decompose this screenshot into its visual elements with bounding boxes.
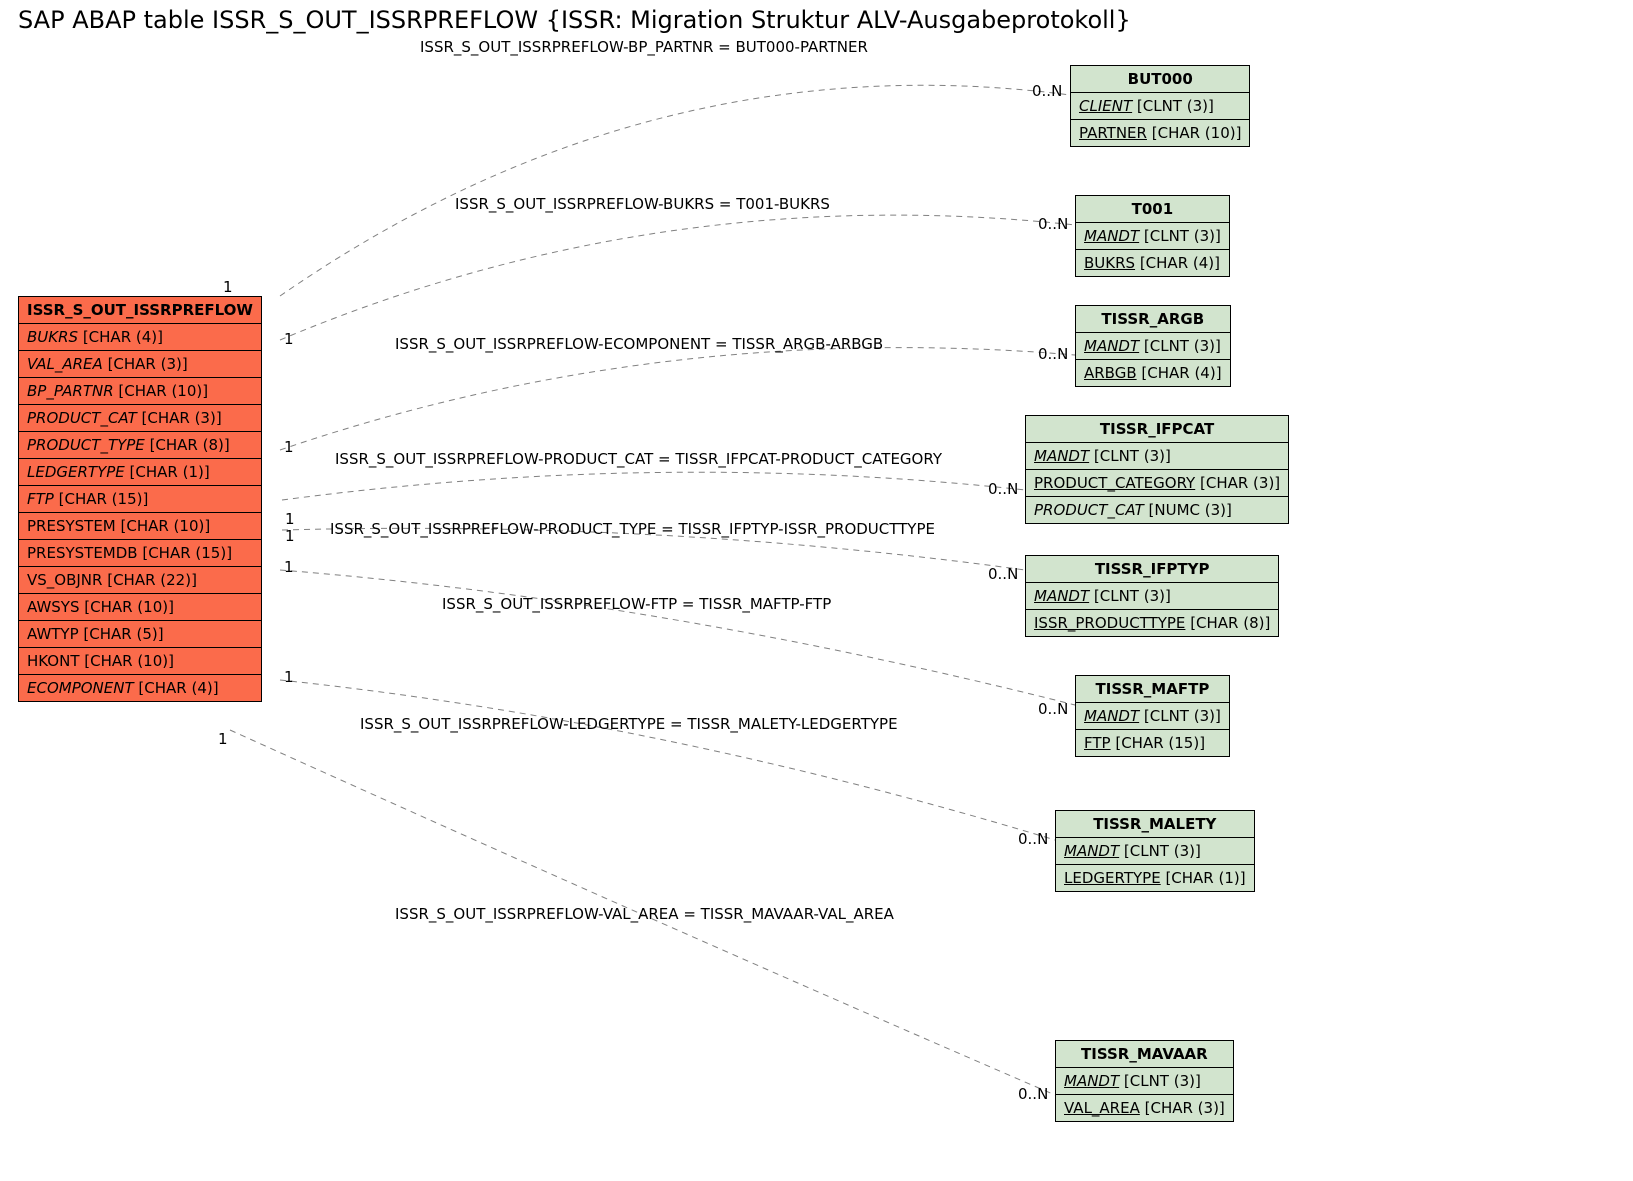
relation-label: ISSR_S_OUT_ISSRPREFLOW-ECOMPONENT = TISS… — [395, 335, 883, 353]
cardinality-src: 1 — [285, 510, 295, 528]
relation-label: ISSR_S_OUT_ISSRPREFLOW-BUKRS = T001-BUKR… — [455, 195, 830, 213]
relation-label: ISSR_S_OUT_ISSRPREFLOW-FTP = TISSR_MAFTP… — [442, 595, 831, 613]
cardinality-tgt: 0..N — [988, 565, 1018, 583]
cardinality-tgt: 0..N — [988, 480, 1018, 498]
field-row: VAL_AREA [CHAR (3)] — [19, 351, 262, 378]
relation-label: ISSR_S_OUT_ISSRPREFLOW-PRODUCT_TYPE = TI… — [330, 520, 935, 538]
field-row: VAL_AREA [CHAR (3)] — [1056, 1095, 1234, 1122]
cardinality-src: 1 — [285, 527, 295, 545]
field-row: AWTYP [CHAR (5)] — [19, 621, 262, 648]
table-main: ISSR_S_OUT_ISSRPREFLOW BUKRS [CHAR (4)]V… — [18, 296, 262, 702]
field-row: MANDT [CLNT (3)] — [1026, 443, 1289, 470]
field-row: MANDT [CLNT (3)] — [1076, 333, 1231, 360]
field-row: LEDGERTYPE [CHAR (1)] — [1056, 865, 1255, 892]
cardinality-src: 1 — [284, 438, 294, 456]
cardinality-src: 1 — [218, 730, 228, 748]
field-row: PRESYSTEM [CHAR (10)] — [19, 513, 262, 540]
field-row: ECOMPONENT [CHAR (4)] — [19, 675, 262, 702]
field-row: MANDT [CLNT (3)] — [1056, 1068, 1234, 1095]
table-but000: BUT000 CLIENT [CLNT (3)]PARTNER [CHAR (1… — [1070, 65, 1250, 147]
field-row: PRODUCT_CAT [CHAR (3)] — [19, 405, 262, 432]
field-row: PRODUCT_CAT [NUMC (3)] — [1026, 497, 1289, 524]
field-row: CLIENT [CLNT (3)] — [1071, 93, 1250, 120]
cardinality-tgt: 0..N — [1018, 1085, 1048, 1103]
relation-label: ISSR_S_OUT_ISSRPREFLOW-VAL_AREA = TISSR_… — [395, 905, 894, 923]
table-tissr-maftp: TISSR_MAFTP MANDT [CLNT (3)]FTP [CHAR (1… — [1075, 675, 1230, 757]
cardinality-src: 1 — [284, 668, 294, 686]
field-row: HKONT [CHAR (10)] — [19, 648, 262, 675]
field-row: FTP [CHAR (15)] — [1076, 730, 1230, 757]
relation-label: ISSR_S_OUT_ISSRPREFLOW-BP_PARTNR = BUT00… — [420, 38, 868, 56]
table-tissr-ifptyp: TISSR_IFPTYP MANDT [CLNT (3)]ISSR_PRODUC… — [1025, 555, 1279, 637]
field-row: BUKRS [CHAR (4)] — [1076, 250, 1230, 277]
field-row: BUKRS [CHAR (4)] — [19, 324, 262, 351]
table-tissr-argb: TISSR_ARGB MANDT [CLNT (3)]ARBGB [CHAR (… — [1075, 305, 1231, 387]
field-row: MANDT [CLNT (3)] — [1076, 703, 1230, 730]
cardinality-tgt: 0..N — [1038, 345, 1068, 363]
cardinality-tgt: 0..N — [1038, 215, 1068, 233]
cardinality-tgt: 0..N — [1018, 830, 1048, 848]
field-row: AWSYS [CHAR (10)] — [19, 594, 262, 621]
cardinality-src: 1 — [284, 330, 294, 348]
table-main-header: ISSR_S_OUT_ISSRPREFLOW — [19, 297, 262, 324]
cardinality-tgt: 0..N — [1032, 82, 1062, 100]
field-row: BP_PARTNR [CHAR (10)] — [19, 378, 262, 405]
field-row: MANDT [CLNT (3)] — [1056, 838, 1255, 865]
field-row: ISSR_PRODUCTTYPE [CHAR (8)] — [1026, 610, 1279, 637]
table-tissr-malety: TISSR_MALETY MANDT [CLNT (3)]LEDGERTYPE … — [1055, 810, 1255, 892]
field-row: MANDT [CLNT (3)] — [1076, 223, 1230, 250]
table-tissr-mavaar: TISSR_MAVAAR MANDT [CLNT (3)]VAL_AREA [C… — [1055, 1040, 1234, 1122]
cardinality-src: 1 — [223, 278, 233, 296]
relation-label: ISSR_S_OUT_ISSRPREFLOW-LEDGERTYPE = TISS… — [360, 715, 898, 733]
field-row: FTP [CHAR (15)] — [19, 486, 262, 513]
field-row: VS_OBJNR [CHAR (22)] — [19, 567, 262, 594]
field-row: MANDT [CLNT (3)] — [1026, 583, 1279, 610]
page-title: SAP ABAP table ISSR_S_OUT_ISSRPREFLOW {I… — [18, 6, 1131, 34]
cardinality-tgt: 0..N — [1038, 700, 1068, 718]
field-row: PARTNER [CHAR (10)] — [1071, 120, 1250, 147]
cardinality-src: 1 — [284, 558, 294, 576]
table-tissr-ifpcat: TISSR_IFPCAT MANDT [CLNT (3)]PRODUCT_CAT… — [1025, 415, 1289, 524]
field-row: PRODUCT_CATEGORY [CHAR (3)] — [1026, 470, 1289, 497]
field-row: LEDGERTYPE [CHAR (1)] — [19, 459, 262, 486]
table-t001: T001 MANDT [CLNT (3)]BUKRS [CHAR (4)] — [1075, 195, 1230, 277]
relation-label: ISSR_S_OUT_ISSRPREFLOW-PRODUCT_CAT = TIS… — [335, 450, 942, 468]
field-row: ARBGB [CHAR (4)] — [1076, 360, 1231, 387]
field-row: PRESYSTEMDB [CHAR (15)] — [19, 540, 262, 567]
field-row: PRODUCT_TYPE [CHAR (8)] — [19, 432, 262, 459]
